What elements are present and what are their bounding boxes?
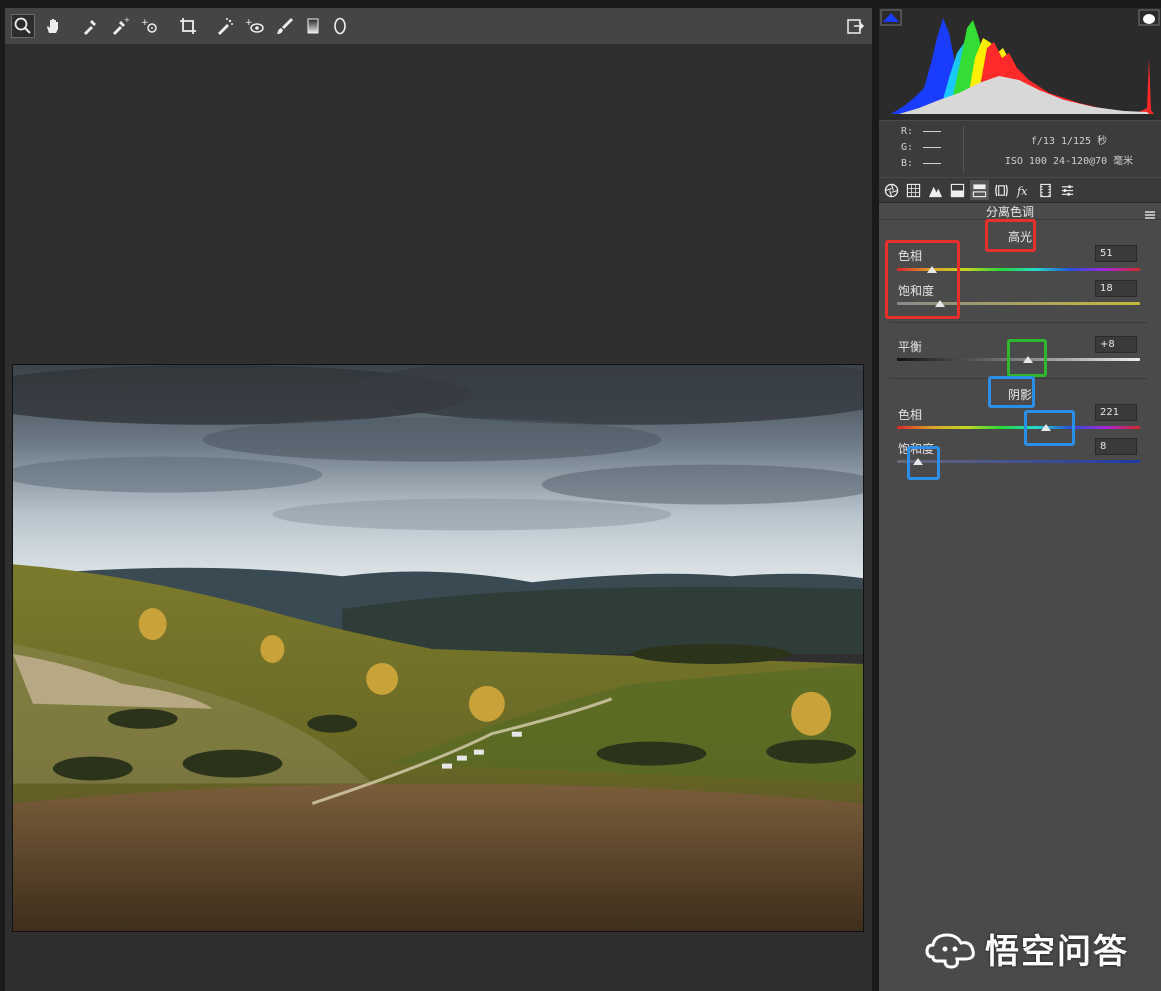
shadows-hue-slider[interactable] (897, 426, 1140, 429)
hand-tool[interactable] (41, 14, 65, 38)
graduated-filter-icon (307, 18, 319, 34)
mountain-icon (928, 186, 943, 197)
tab-split-toning[interactable] (970, 180, 989, 200)
balance-thumb[interactable] (1023, 356, 1033, 363)
open-preferences-button[interactable] (843, 14, 867, 38)
open-preferences-icon (847, 19, 865, 34)
zoom-tool[interactable] (11, 14, 35, 38)
zoom-icon (14, 17, 31, 34)
aperture-icon (884, 183, 899, 197)
highlights-saturation-label: 饱和度 (898, 284, 935, 298)
watermark: 悟空问答 (923, 924, 1129, 973)
highlights-saturation-slider[interactable] (897, 302, 1140, 305)
highlights-hue-thumb[interactable] (927, 266, 937, 273)
highlights-hue-label: 色相 (898, 249, 923, 263)
red-eye-tool[interactable]: + (243, 14, 267, 38)
photo-preview[interactable] (12, 364, 864, 932)
tab-tone-curve[interactable] (904, 180, 923, 200)
tab-detail[interactable] (926, 180, 945, 200)
title-divider (879, 219, 1161, 220)
divider-balance-top (890, 322, 1147, 323)
histogram (879, 8, 1161, 120)
watermark-logo (925, 932, 975, 969)
toolbar: + + + (5, 8, 872, 45)
svg-text:+: + (141, 18, 149, 28)
grid-curve-icon (906, 183, 921, 197)
tab-effects[interactable]: fx (1014, 180, 1033, 200)
highlights-hue-value[interactable]: 51 (1095, 245, 1137, 262)
shadows-heading: 阴影 (1007, 388, 1032, 402)
shadows-saturation-thumb[interactable] (913, 458, 923, 465)
target-adjust-icon: + (141, 18, 157, 33)
tab-presets[interactable] (1058, 180, 1077, 200)
g-readout: G: (901, 142, 941, 153)
sliders-icon (1061, 184, 1074, 196)
graduated-filter-tool[interactable] (301, 14, 325, 38)
white-balance-icon (84, 20, 96, 35)
tab-hsl[interactable] (948, 180, 967, 200)
film-icon (1040, 183, 1051, 197)
highlights-saturation-value[interactable]: 18 (1095, 280, 1137, 297)
balance-value[interactable]: +8 (1095, 336, 1137, 353)
info-separator (963, 125, 964, 173)
highlights-saturation-thumb[interactable] (935, 300, 945, 307)
balance-slider[interactable] (897, 358, 1140, 361)
color-sampler-tool[interactable]: + (108, 14, 132, 38)
shadows-hue-label: 色相 (898, 408, 923, 422)
lens-icon (995, 184, 1008, 196)
shadows-hue-value[interactable]: 221 (1095, 404, 1137, 421)
camera-info: R: G: B: f/13 1/125 秒 ISO 100 24-120@70 … (879, 121, 1161, 177)
tab-camera-calibration[interactable] (1036, 180, 1055, 200)
b-readout: B: (901, 158, 941, 169)
hsl-icon (950, 183, 965, 197)
panel-tabs: fx (879, 178, 1161, 203)
tab-basic[interactable] (882, 180, 901, 200)
shadows-hue-thumb[interactable] (1041, 424, 1051, 431)
radial-filter-icon (334, 17, 346, 35)
white-balance-tool[interactable] (78, 14, 102, 38)
target-adjust-tool[interactable]: + (138, 14, 162, 38)
panel-title: 分离色调 (985, 205, 1034, 219)
highlights-heading: 高光 (1007, 230, 1032, 244)
shadows-saturation-value[interactable]: 8 (1095, 438, 1137, 455)
adjustment-brush-icon (277, 18, 293, 34)
adjustment-brush-tool[interactable] (273, 14, 297, 38)
svg-text:+: + (124, 16, 130, 24)
shadows-saturation-slider[interactable] (897, 460, 1140, 463)
landscape-photo (13, 365, 863, 931)
watermark-text: 悟空问答 (985, 932, 1129, 972)
panel-divider[interactable] (872, 0, 879, 991)
svg-text:fx: fx (1016, 185, 1028, 198)
radial-filter-tool[interactable] (328, 14, 352, 38)
spot-removal-icon (218, 18, 233, 35)
r-readout: R: (901, 126, 941, 137)
color-sampler-icon: + (113, 16, 130, 35)
divider-balance-bottom (890, 378, 1147, 379)
split-toning-icon (972, 183, 987, 197)
panel-menu-button[interactable] (1144, 205, 1156, 219)
shadows-saturation-label: 饱和度 (898, 442, 935, 456)
tab-lens-corrections[interactable] (992, 180, 1011, 200)
aperture-shutter: f/13 1/125 秒 (1030, 136, 1108, 147)
fx-icon: fx (1016, 185, 1028, 198)
crop-icon (180, 18, 196, 34)
iso-lens: ISO 100 24-120@70 毫米 (1004, 156, 1134, 167)
red-eye-icon: + (245, 18, 264, 33)
balance-label: 平衡 (898, 340, 923, 354)
crop-tool[interactable] (176, 14, 200, 38)
hand-icon (47, 19, 58, 33)
spot-removal-tool[interactable] (213, 14, 237, 38)
